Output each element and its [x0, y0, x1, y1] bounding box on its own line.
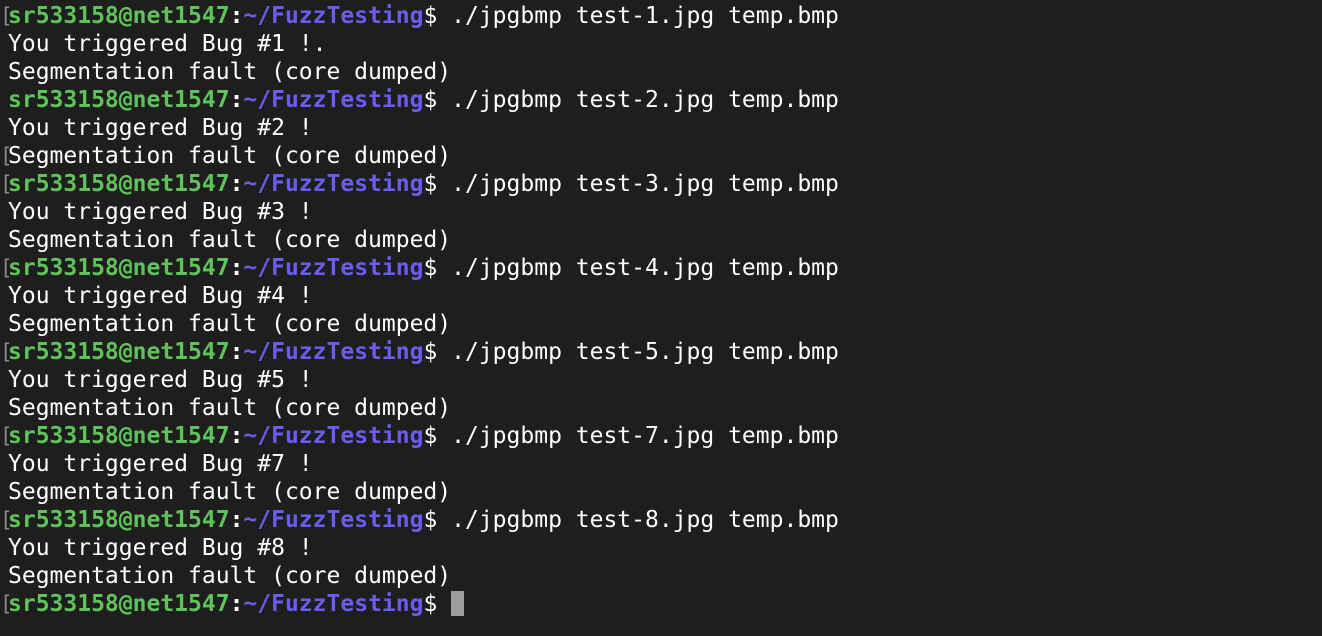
prompt-separator: :	[229, 171, 244, 197]
output-text: Segmentation fault (core dumped)	[8, 563, 452, 589]
prompt-dollar: $	[423, 423, 438, 449]
prompt-line: [sr533158@net1547:~/FuzzTesting$ ./jpgbm…	[0, 2, 1322, 30]
output-line: [Segmentation fault (core dumped)	[0, 142, 1322, 170]
output-text: Segmentation fault (core dumped)	[8, 311, 452, 337]
output-line: Segmentation fault (core dumped)	[0, 394, 1322, 422]
prompt-dollar: $	[423, 507, 438, 533]
prompt-path: ~/FuzzTesting	[243, 3, 424, 29]
prompt-separator: :	[229, 507, 244, 533]
prompt-path: ~/FuzzTesting	[243, 255, 424, 281]
command-text: ./jpgbmp test-3.jpg temp.bmp	[437, 171, 839, 197]
command-text: ./jpgbmp test-8.jpg temp.bmp	[437, 507, 839, 533]
terminal-window[interactable]: [sr533158@net1547:~/FuzzTesting$ ./jpgbm…	[0, 0, 1322, 636]
output-text: Segmentation fault (core dumped)	[8, 227, 452, 253]
prompt-user-host: sr533158@net1547	[8, 3, 230, 29]
prompt-user-host: sr533158@net1547	[8, 171, 230, 197]
text-cursor[interactable]	[451, 591, 465, 616]
prompt-user-host: sr533158@net1547	[8, 423, 230, 449]
line-mark-glyph: [	[0, 340, 13, 364]
prompt-path: ~/FuzzTesting	[243, 171, 424, 197]
prompt-dollar: $	[423, 3, 438, 29]
output-line: Segmentation fault (core dumped)	[0, 478, 1322, 506]
line-mark-glyph: [	[0, 172, 13, 196]
prompt-user-host: sr533158@net1547	[8, 507, 230, 533]
prompt-dollar: $	[423, 339, 438, 365]
output-line: You triggered Bug #4 !	[0, 282, 1322, 310]
prompt-path: ~/FuzzTesting	[243, 507, 424, 533]
prompt-separator: :	[229, 339, 244, 365]
prompt-dollar: $	[423, 591, 438, 617]
command-text: ./jpgbmp test-5.jpg temp.bmp	[437, 339, 839, 365]
output-text: You triggered Bug #3 !	[8, 199, 313, 225]
command-text	[437, 591, 451, 617]
output-text: You triggered Bug #1 !.	[8, 31, 327, 57]
output-text: You triggered Bug #8 !	[8, 535, 313, 561]
output-text: Segmentation fault (core dumped)	[8, 479, 452, 505]
prompt-line: [sr533158@net1547:~/FuzzTesting$ ./jpgbm…	[0, 254, 1322, 282]
prompt-line: sr533158@net1547:~/FuzzTesting$ ./jpgbmp…	[0, 86, 1322, 114]
line-mark-glyph: [	[0, 508, 13, 532]
line-mark-glyph: [	[0, 4, 13, 28]
prompt-user-host: sr533158@net1547	[8, 339, 230, 365]
prompt-separator: :	[229, 255, 244, 281]
prompt-user-host: sr533158@net1547	[8, 87, 230, 113]
command-text: ./jpgbmp test-2.jpg temp.bmp	[437, 87, 839, 113]
output-text: Segmentation fault (core dumped)	[8, 395, 452, 421]
output-line: Segmentation fault (core dumped)	[0, 226, 1322, 254]
output-text: You triggered Bug #5 !	[8, 367, 313, 393]
output-line: You triggered Bug #7 !	[0, 450, 1322, 478]
line-mark-glyph: [	[0, 592, 13, 616]
output-line: You triggered Bug #1 !.	[0, 30, 1322, 58]
output-line: Segmentation fault (core dumped)	[0, 58, 1322, 86]
prompt-line: [sr533158@net1547:~/FuzzTesting$	[0, 590, 1322, 618]
prompt-line: [sr533158@net1547:~/FuzzTesting$ ./jpgbm…	[0, 506, 1322, 534]
prompt-separator: :	[229, 3, 244, 29]
output-line: Segmentation fault (core dumped)	[0, 310, 1322, 338]
line-mark-glyph: [	[0, 256, 13, 280]
prompt-line: [sr533158@net1547:~/FuzzTesting$ ./jpgbm…	[0, 422, 1322, 450]
prompt-dollar: $	[423, 171, 438, 197]
output-text: You triggered Bug #2 !	[8, 115, 313, 141]
line-mark-glyph: [	[0, 144, 13, 168]
prompt-line: [sr533158@net1547:~/FuzzTesting$ ./jpgbm…	[0, 170, 1322, 198]
prompt-separator: :	[229, 87, 244, 113]
command-text: ./jpgbmp test-1.jpg temp.bmp	[437, 3, 839, 29]
prompt-separator: :	[229, 591, 244, 617]
output-line: You triggered Bug #2 !	[0, 114, 1322, 142]
output-text: Segmentation fault (core dumped)	[8, 59, 452, 85]
prompt-dollar: $	[423, 87, 438, 113]
output-line: You triggered Bug #8 !	[0, 534, 1322, 562]
output-line: You triggered Bug #5 !	[0, 366, 1322, 394]
terminal-output: [sr533158@net1547:~/FuzzTesting$ ./jpgbm…	[0, 2, 1322, 618]
prompt-path: ~/FuzzTesting	[243, 339, 424, 365]
prompt-path: ~/FuzzTesting	[243, 591, 424, 617]
output-line: Segmentation fault (core dumped)	[0, 562, 1322, 590]
output-text: You triggered Bug #7 !	[8, 451, 313, 477]
prompt-user-host: sr533158@net1547	[8, 255, 230, 281]
prompt-user-host: sr533158@net1547	[8, 591, 230, 617]
line-mark-glyph: [	[0, 424, 13, 448]
prompt-separator: :	[229, 423, 244, 449]
prompt-path: ~/FuzzTesting	[243, 87, 424, 113]
prompt-line: [sr533158@net1547:~/FuzzTesting$ ./jpgbm…	[0, 338, 1322, 366]
output-text: You triggered Bug #4 !	[8, 283, 313, 309]
prompt-dollar: $	[423, 255, 438, 281]
prompt-path: ~/FuzzTesting	[243, 423, 424, 449]
output-line: You triggered Bug #3 !	[0, 198, 1322, 226]
command-text: ./jpgbmp test-4.jpg temp.bmp	[437, 255, 839, 281]
command-text: ./jpgbmp test-7.jpg temp.bmp	[437, 423, 839, 449]
output-text: Segmentation fault (core dumped)	[8, 143, 452, 169]
